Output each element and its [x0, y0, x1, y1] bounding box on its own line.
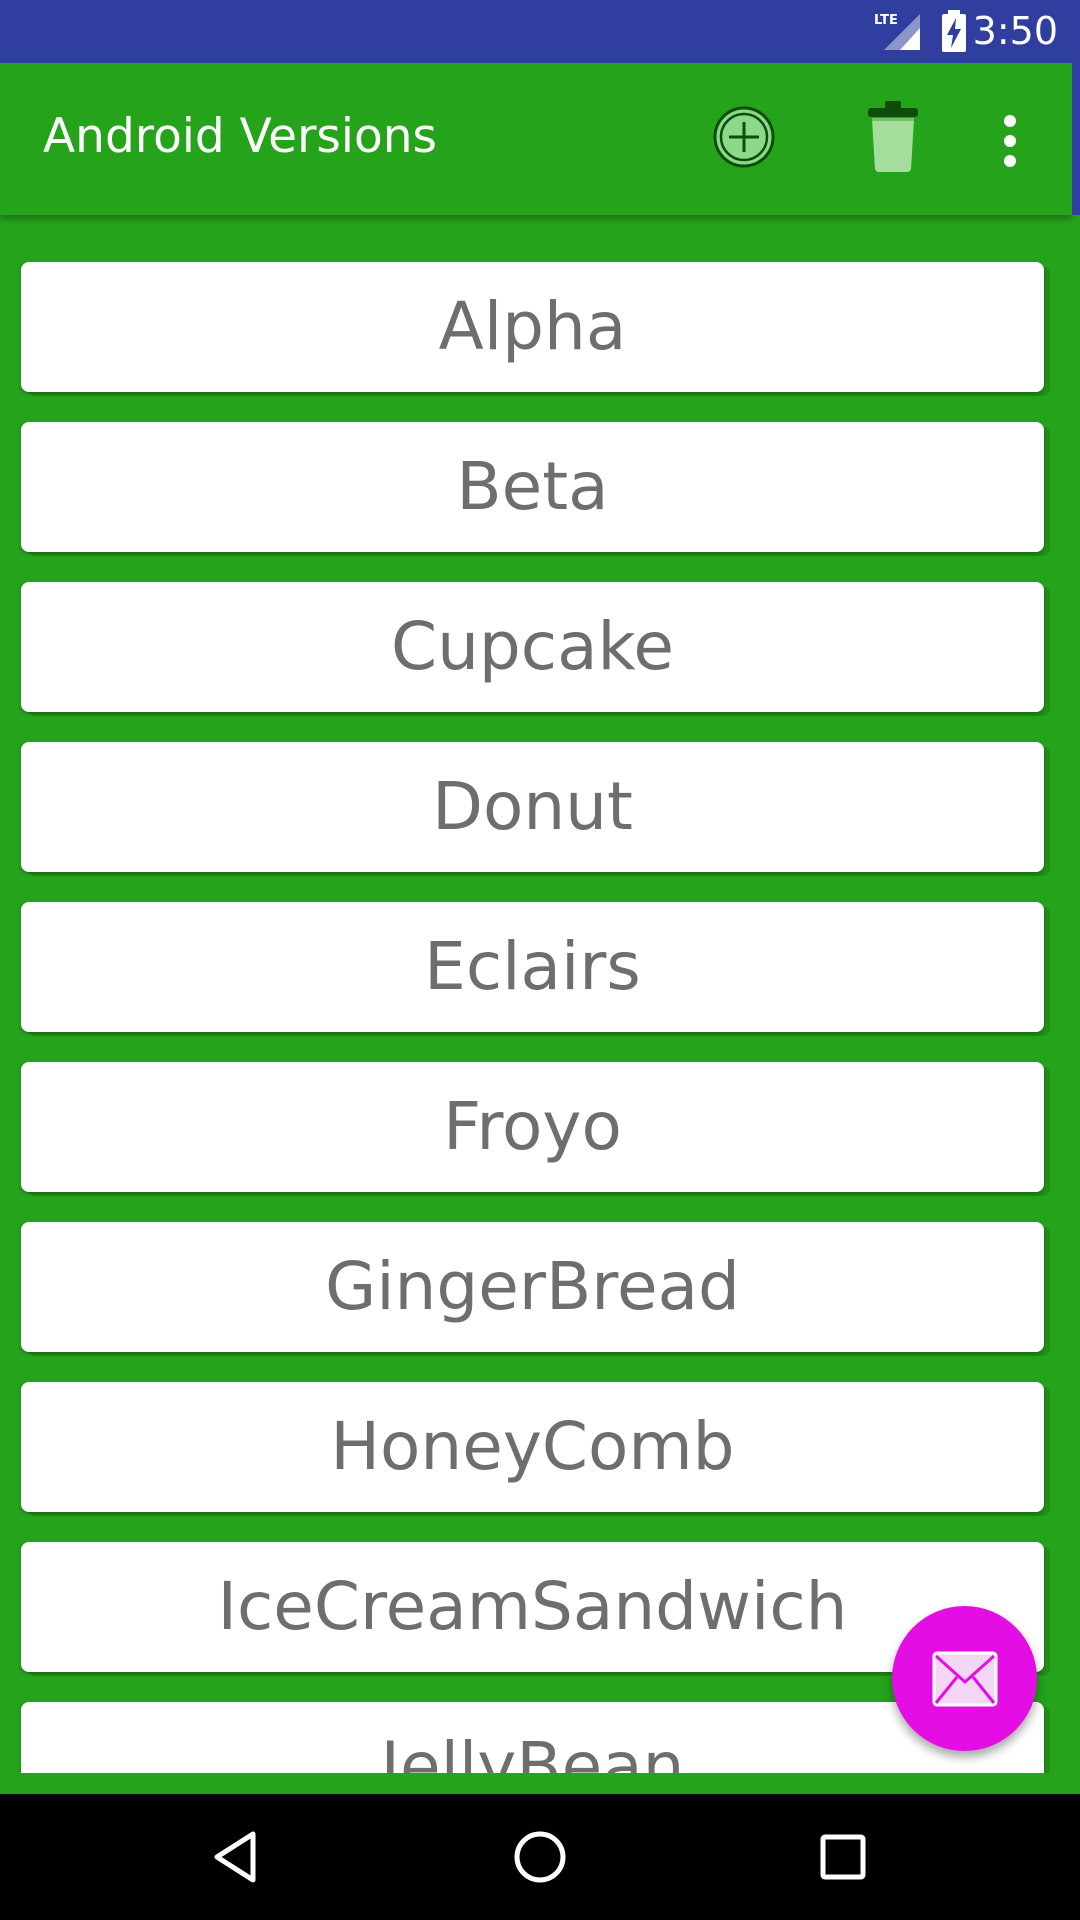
- add-circle-icon[interactable]: [712, 105, 776, 169]
- list-item[interactable]: Donut: [21, 742, 1044, 872]
- list-item[interactable]: GingerBread: [21, 1222, 1044, 1352]
- list-item[interactable]: IceCreamSandwich: [21, 1542, 1044, 1672]
- list-item[interactable]: Eclairs: [21, 902, 1044, 1032]
- list-item[interactable]: Alpha: [21, 262, 1044, 392]
- network-type-label: LTE: [874, 13, 898, 28]
- trash-icon[interactable]: [865, 101, 921, 173]
- app-title: Android Versions: [43, 109, 437, 164]
- compose-mail-button[interactable]: [892, 1606, 1037, 1751]
- status-bar: LTE 3:50: [0, 0, 1080, 63]
- mail-icon: [932, 1651, 998, 1707]
- list-item[interactable]: JellyBean: [21, 1702, 1044, 1773]
- versions-list[interactable]: Alpha Beta Cupcake Donut Eclairs Froyo G…: [0, 215, 1080, 1773]
- recent-apps-icon[interactable]: [810, 1824, 876, 1890]
- status-time: 3:50: [972, 9, 1058, 53]
- list-item[interactable]: Froyo: [21, 1062, 1044, 1192]
- battery-charging-icon: [942, 10, 966, 52]
- list-item[interactable]: HoneyComb: [21, 1382, 1044, 1512]
- navigation-bar: [0, 1794, 1080, 1920]
- list-item[interactable]: Beta: [21, 422, 1044, 552]
- back-icon[interactable]: [203, 1824, 269, 1890]
- home-icon[interactable]: [507, 1824, 573, 1890]
- lte-signal-icon: LTE: [874, 13, 920, 50]
- status-bar-edge: [1072, 63, 1080, 215]
- overflow-menu-icon[interactable]: [996, 113, 1024, 169]
- list-item[interactable]: Cupcake: [21, 582, 1044, 712]
- app-bar: Android Versions: [0, 63, 1072, 215]
